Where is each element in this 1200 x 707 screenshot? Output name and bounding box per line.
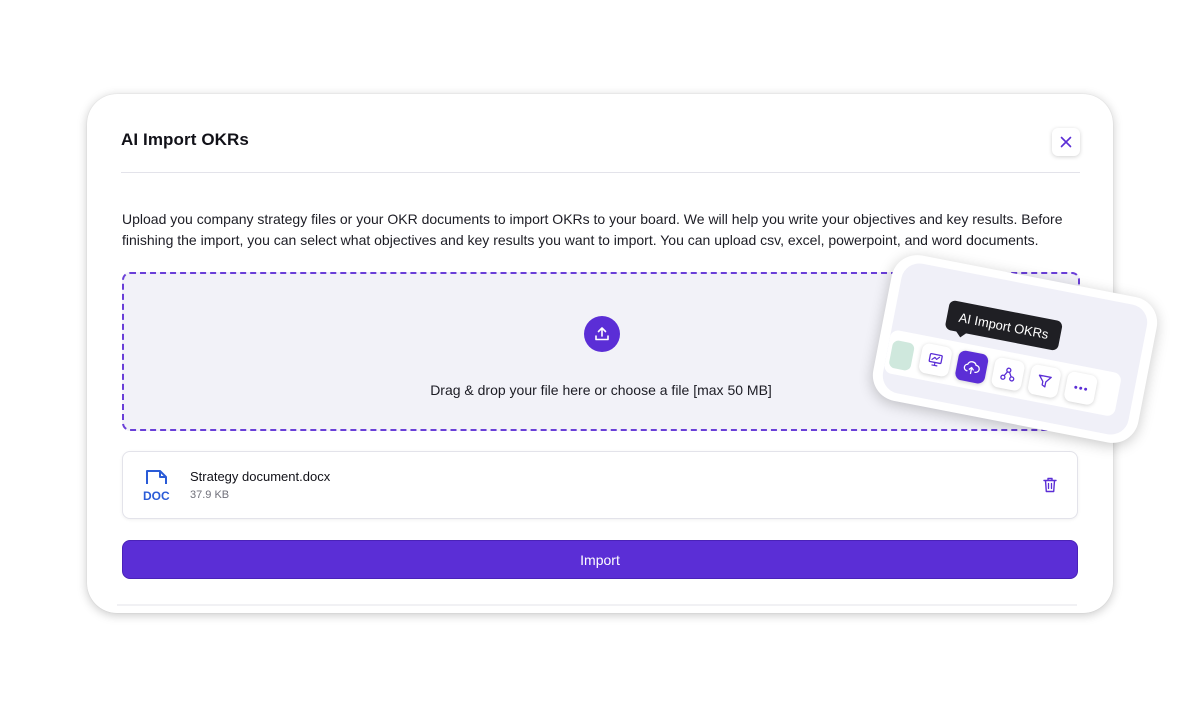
more-icon <box>1074 385 1088 391</box>
close-icon <box>1060 136 1072 148</box>
import-button[interactable]: Import <box>122 540 1078 579</box>
hierarchy-icon <box>1000 367 1015 382</box>
title-divider <box>121 172 1080 173</box>
cloud-upload-icon <box>963 361 980 375</box>
file-name: Strategy document.docx <box>190 469 331 484</box>
file-size: 37.9 KB <box>190 489 230 501</box>
bottom-edge <box>117 604 1077 606</box>
uploaded-file-card: DOC Strategy document.docx 37.9 KB <box>122 451 1078 519</box>
doc-file-icon: DOC <box>142 468 174 507</box>
presentation-button[interactable] <box>917 342 954 378</box>
filter-button[interactable] <box>1026 363 1062 399</box>
filter-icon <box>1038 374 1052 388</box>
toolbar <box>883 329 1123 418</box>
toolbar-chip <box>888 339 916 372</box>
close-button[interactable] <box>1052 128 1080 156</box>
doc-icon-label: DOC <box>143 489 170 502</box>
upload-icon <box>595 327 609 341</box>
presentation-icon <box>928 352 943 367</box>
modal-title: AI Import OKRs <box>121 130 249 149</box>
delete-file-button[interactable] <box>1043 477 1057 498</box>
tooltip-arrow <box>953 329 969 339</box>
upload-button[interactable] <box>584 316 620 352</box>
description-text: Upload you company strategy files or you… <box>122 211 1063 248</box>
trash-icon <box>1043 477 1057 493</box>
ai-import-button[interactable] <box>954 349 990 385</box>
more-button[interactable] <box>1063 370 1099 406</box>
hierarchy-button[interactable] <box>990 356 1026 392</box>
